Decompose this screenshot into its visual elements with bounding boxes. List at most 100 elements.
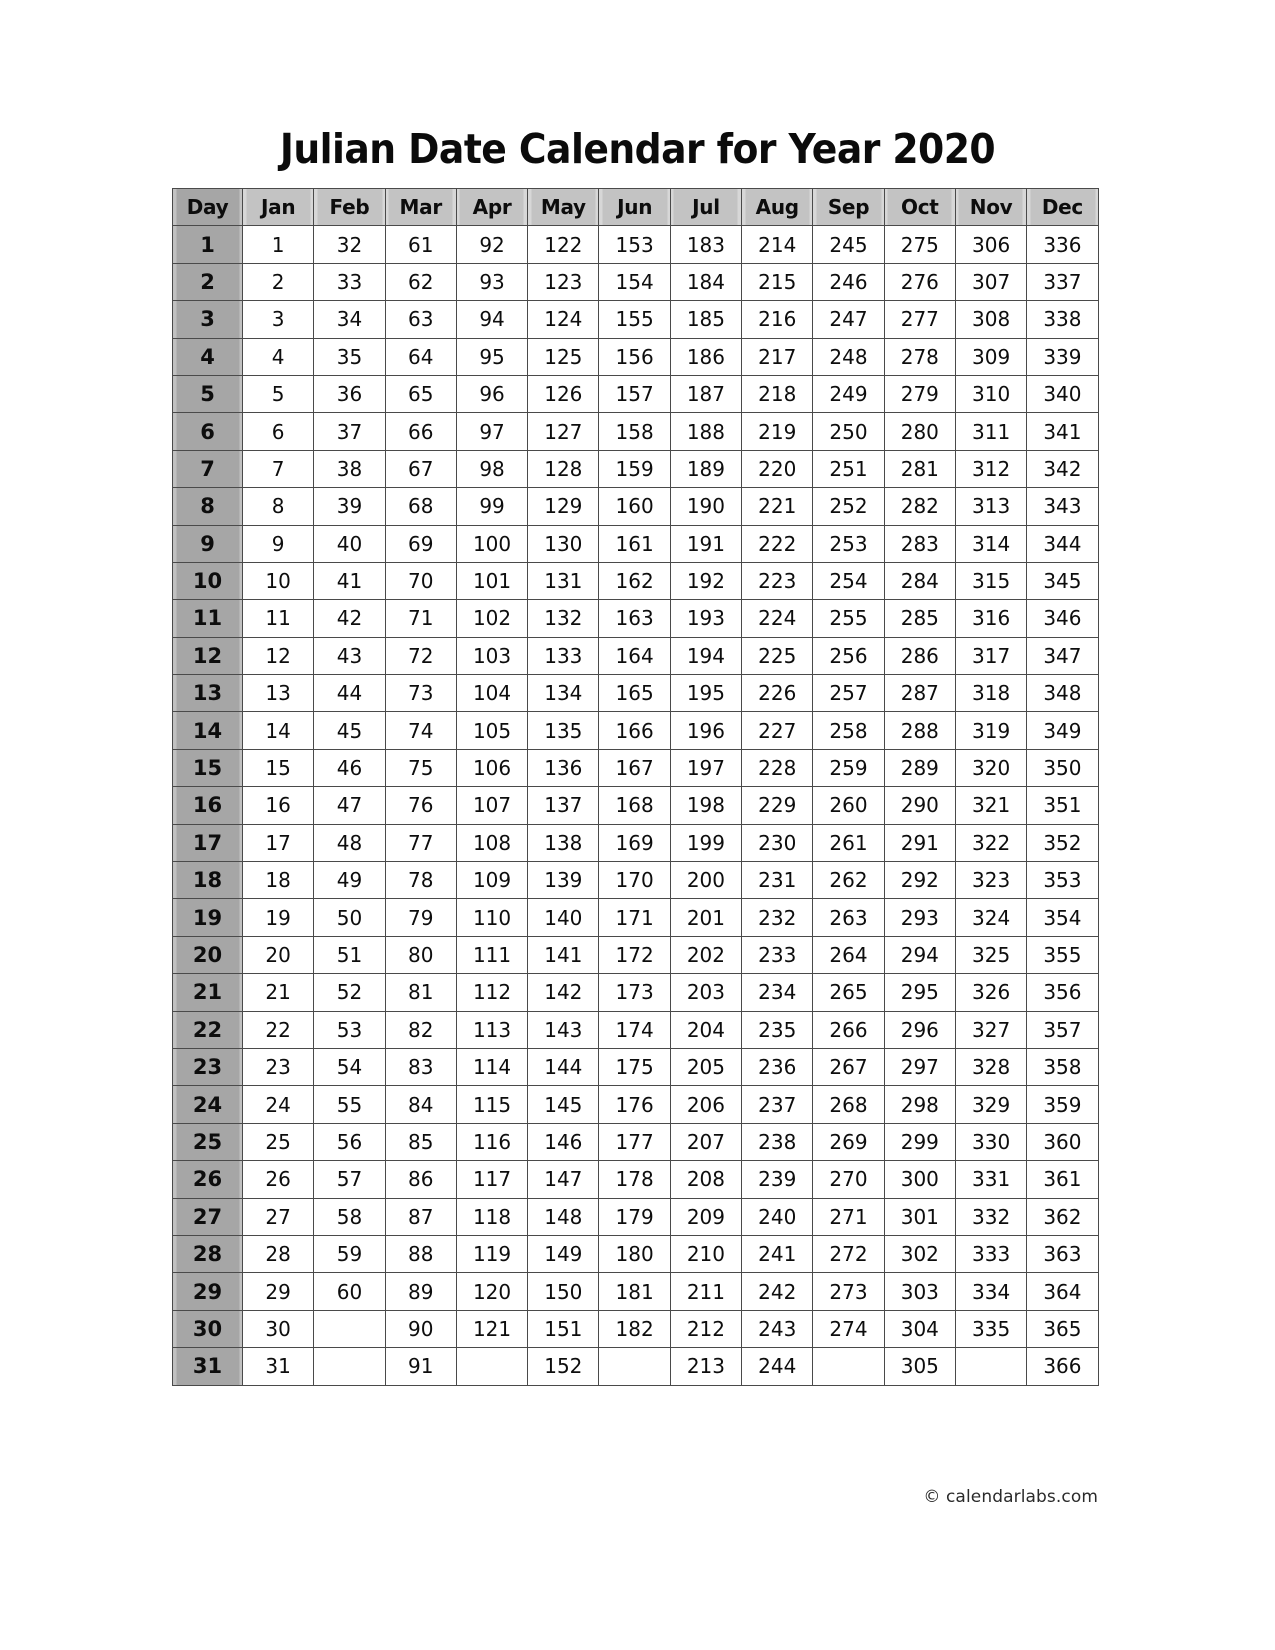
julian-day-cell: 194 [669, 636, 743, 676]
julian-day-cell: 127 [527, 412, 600, 451]
table-row: 24 24 55 84 115 145 176 206 237 268 298 329 359 [172, 1085, 1099, 1124]
julian-day-cell: 107 [455, 786, 529, 825]
julian-day-cell: 235 [741, 1010, 814, 1049]
julian-day-cell: 210 [669, 1234, 743, 1274]
julian-day-cell: 270 [812, 1160, 885, 1199]
julian-day-cell: 310 [954, 374, 1028, 414]
day-number-cell: 6 [172, 412, 243, 451]
julian-day-cell: 252 [812, 487, 885, 526]
day-number-cell: 15 [172, 748, 243, 788]
julian-day-cell: 316 [954, 599, 1028, 638]
julian-day-cell: 156 [598, 337, 671, 376]
julian-day-cell: 266 [812, 1010, 885, 1049]
julian-day-cell: 92 [455, 225, 529, 264]
julian-day-cell: 269 [812, 1122, 885, 1162]
julian-day-cell: 15 [241, 748, 315, 788]
julian-day-cell: 364 [1026, 1272, 1099, 1311]
julian-day-cell: 119 [455, 1234, 529, 1274]
julian-day-cell: 83 [384, 1047, 457, 1087]
column-header-apr: Apr [455, 187, 529, 227]
julian-day-cell: 340 [1026, 374, 1099, 414]
julian-day-cell: 298 [883, 1085, 956, 1124]
table-row: 1 1 32 61 92 122 153 183 214 245 275 306 336 [172, 225, 1099, 264]
page-title: Julian Date Calendar for Year 2020 [279, 125, 996, 174]
julian-day-cell [598, 1347, 671, 1386]
julian-day-cell: 95 [455, 337, 529, 376]
julian-day-cell: 142 [527, 973, 600, 1012]
julian-day-cell: 94 [455, 300, 529, 339]
table-row: 17 17 48 77 108 138 169 199 230 261 291 322 352 [172, 823, 1099, 863]
julian-day-cell: 180 [598, 1234, 671, 1274]
table-row: 5 5 36 65 96 126 157 187 218 249 279 310 340 [172, 374, 1099, 414]
julian-day-cell: 1 [241, 225, 315, 264]
julian-day-cell: 279 [883, 374, 956, 414]
julian-day-cell [313, 1347, 386, 1386]
julian-day-cell [812, 1347, 885, 1386]
julian-day-cell: 6 [241, 412, 315, 451]
table-row: 19 19 50 79 110 140 171 201 232 263 293 324 354 [172, 898, 1099, 937]
julian-day-cell: 21 [241, 973, 315, 1012]
julian-day-cell: 20 [241, 935, 315, 975]
table-row: 4 4 35 64 95 125 156 186 217 248 278 309 339 [172, 337, 1099, 376]
julian-day-cell: 72 [384, 636, 457, 676]
julian-day-cell: 65 [384, 374, 457, 414]
column-header-feb: Feb [313, 187, 386, 227]
julian-day-cell: 27 [241, 1197, 315, 1236]
julian-day-cell: 174 [598, 1010, 671, 1049]
table-row: 6 6 37 66 97 127 158 188 219 250 280 311 341 [172, 412, 1099, 451]
julian-day-cell: 276 [883, 262, 956, 302]
julian-day-cell: 212 [669, 1309, 743, 1349]
julian-day-cell: 91 [384, 1347, 457, 1386]
julian-day-cell: 110 [455, 898, 529, 937]
julian-day-cell: 237 [741, 1085, 814, 1124]
julian-day-cell: 217 [741, 337, 814, 376]
julian-day-cell: 233 [741, 935, 814, 975]
julian-day-cell: 168 [598, 786, 671, 825]
julian-day-cell: 258 [812, 711, 885, 750]
table-row: 26 26 57 86 117 147 178 208 239 270 300 331 361 [172, 1160, 1099, 1199]
julian-day-cell: 54 [313, 1047, 386, 1087]
julian-day-cell: 351 [1026, 786, 1099, 825]
julian-day-cell: 203 [669, 973, 743, 1012]
julian-day-cell: 349 [1026, 711, 1099, 750]
julian-day-cell: 164 [598, 636, 671, 676]
julian-day-cell: 296 [883, 1010, 956, 1049]
column-header-mar: Mar [384, 187, 457, 227]
julian-day-cell: 66 [384, 412, 457, 451]
julian-day-cell: 341 [1026, 412, 1099, 451]
julian-day-cell: 121 [455, 1309, 529, 1349]
julian-day-cell: 302 [883, 1234, 956, 1274]
julian-day-cell: 111 [455, 935, 529, 975]
julian-day-cell: 188 [669, 412, 743, 451]
julian-day-cell: 149 [527, 1234, 600, 1274]
julian-day-cell: 286 [883, 636, 956, 676]
julian-day-cell: 201 [669, 898, 743, 937]
day-number-cell: 31 [172, 1347, 243, 1386]
julian-day-cell: 224 [741, 599, 814, 638]
julian-day-cell: 11 [241, 599, 315, 638]
julian-day-cell: 238 [741, 1122, 814, 1162]
julian-day-cell: 200 [669, 861, 743, 900]
julian-day-cell: 10 [241, 561, 315, 601]
julian-day-cell: 290 [883, 786, 956, 825]
julian-day-cell: 335 [954, 1309, 1028, 1349]
julian-day-cell: 76 [384, 786, 457, 825]
julian-day-cell: 228 [741, 748, 814, 788]
day-number-cell: 9 [172, 524, 243, 563]
table-row: 28 28 59 88 119 149 180 210 241 272 302 333 363 [172, 1234, 1099, 1274]
table-row: 25 25 56 85 116 146 177 207 238 269 299 330 360 [172, 1122, 1099, 1162]
julian-day-cell: 275 [883, 225, 956, 264]
julian-day-cell: 97 [455, 412, 529, 451]
julian-day-cell: 358 [1026, 1047, 1099, 1087]
julian-date-table: Day Jan Feb Mar Apr May Jun Jul Aug Sep … [172, 187, 1099, 1386]
julian-day-cell: 192 [669, 561, 743, 601]
julian-day-cell: 271 [812, 1197, 885, 1236]
table-row: 11 11 42 71 102 132 163 193 224 255 285 316 346 [172, 599, 1099, 638]
julian-day-cell: 198 [669, 786, 743, 825]
julian-day-cell: 306 [954, 225, 1028, 264]
julian-day-cell: 196 [669, 711, 743, 750]
julian-day-cell: 355 [1026, 935, 1099, 975]
julian-day-cell: 62 [384, 262, 457, 302]
julian-day-cell: 132 [527, 599, 600, 638]
julian-day-cell: 120 [455, 1272, 529, 1311]
